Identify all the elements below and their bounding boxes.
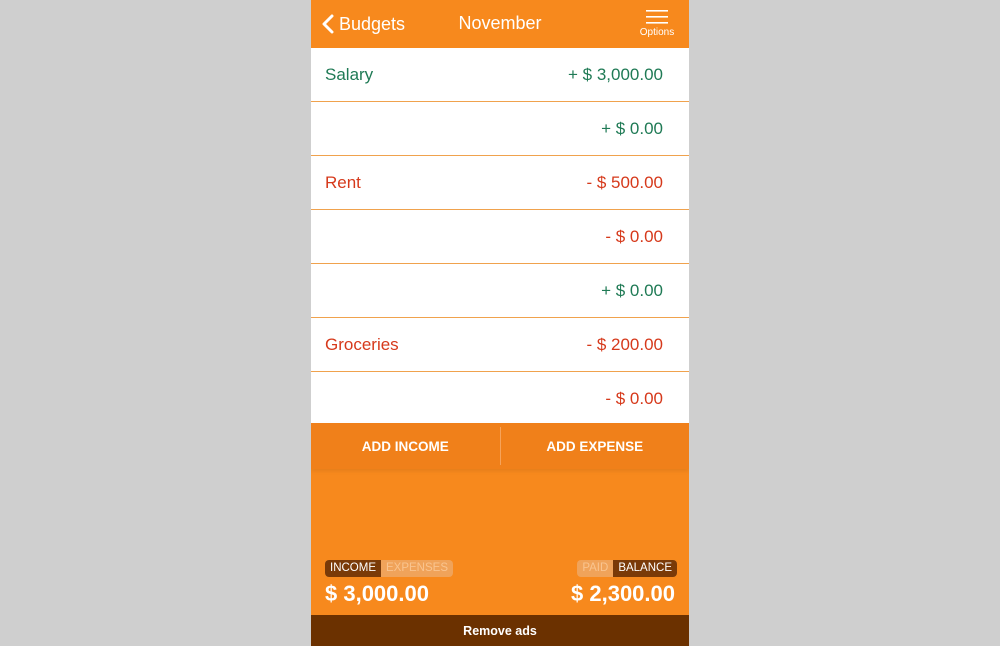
transaction-amount: - $ 500.00 bbox=[586, 172, 663, 192]
toggle-income[interactable]: INCOME bbox=[325, 560, 381, 577]
back-button[interactable]: Budgets bbox=[321, 0, 405, 48]
add-income-button[interactable]: ADD INCOME bbox=[311, 423, 500, 469]
paid-balance-toggle: PAID BALANCE bbox=[577, 560, 677, 577]
toggle-expenses[interactable]: EXPENSES bbox=[381, 560, 453, 577]
balance-total: $ 2,300.00 bbox=[571, 581, 675, 606]
transaction-row[interactable]: - $ 0.00 bbox=[311, 372, 689, 425]
transaction-row[interactable]: Salary + $ 3,000.00 bbox=[311, 48, 689, 102]
transaction-amount: + $ 0.00 bbox=[601, 280, 663, 300]
transaction-label: Rent bbox=[325, 172, 361, 192]
remove-ads-button[interactable]: Remove ads bbox=[311, 615, 689, 646]
options-label: Options bbox=[639, 27, 675, 38]
transaction-amount: - $ 200.00 bbox=[586, 334, 663, 354]
transaction-row[interactable]: Rent - $ 500.00 bbox=[311, 156, 689, 210]
transaction-row[interactable]: - $ 0.00 bbox=[311, 210, 689, 264]
income-expenses-toggle: INCOME EXPENSES bbox=[325, 560, 453, 577]
summary-panel: INCOME EXPENSES PAID BALANCE $ 3,000.00 … bbox=[311, 553, 689, 615]
chevron-left-icon bbox=[322, 14, 334, 34]
transaction-list: Salary + $ 3,000.00 + $ 0.00 Rent - $ 500.00… bbox=[311, 48, 689, 423]
transaction-label: Groceries bbox=[325, 334, 399, 354]
transaction-label: Salary bbox=[325, 64, 374, 84]
toggle-paid[interactable]: PAID bbox=[577, 560, 613, 577]
add-actions-bar: ADD INCOME ADD EXPENSE bbox=[311, 423, 689, 469]
transaction-amount: + $ 0.00 bbox=[601, 118, 663, 138]
transaction-row[interactable]: + $ 0.00 bbox=[311, 264, 689, 318]
back-label: Budgets bbox=[339, 13, 406, 34]
transaction-amount: - $ 0.00 bbox=[605, 388, 663, 408]
transaction-row[interactable]: Groceries - $ 200.00 bbox=[311, 318, 689, 372]
transaction-amount: - $ 0.00 bbox=[605, 226, 663, 246]
header-bar: Budgets November Options bbox=[311, 0, 689, 48]
transaction-row[interactable]: + $ 0.00 bbox=[311, 102, 689, 156]
toggle-balance[interactable]: BALANCE bbox=[613, 560, 677, 577]
transaction-amount: + $ 3,000.00 bbox=[567, 64, 663, 84]
hamburger-menu-icon bbox=[646, 10, 668, 24]
add-expense-button[interactable]: ADD EXPENSE bbox=[501, 423, 690, 469]
options-button[interactable]: Options bbox=[637, 8, 677, 42]
income-total: $ 3,000.00 bbox=[325, 581, 429, 606]
app-screen: Budgets November Options Salary + $ 3,000… bbox=[311, 0, 689, 646]
